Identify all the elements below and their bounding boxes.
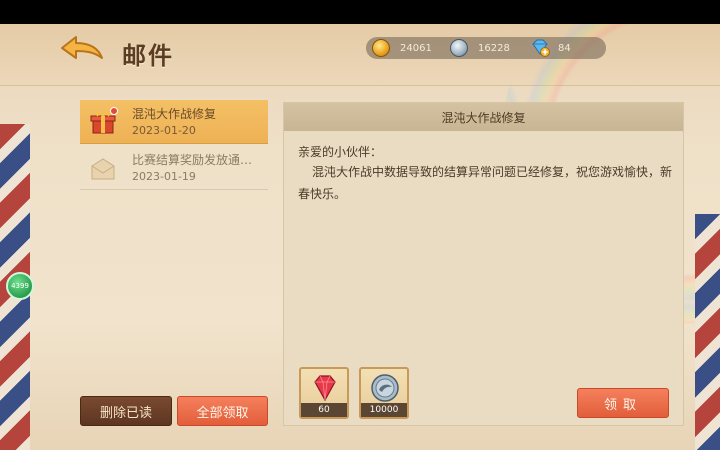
gold-coin-icon — [372, 39, 390, 57]
opened-envelope-icon — [90, 155, 116, 181]
silver-currency: 16228 — [450, 37, 510, 59]
mail-item[interactable]: 比赛结算奖励发放通… 2023-01-19 — [80, 146, 268, 190]
gem-amount: 84 — [558, 42, 571, 54]
ruby-icon — [309, 373, 341, 403]
reward-count: 10000 — [361, 403, 407, 417]
diamond-plus-icon[interactable] — [530, 39, 550, 57]
mail-title: 混沌大作战修复 — [132, 107, 217, 121]
mail-screen: 邮件 24061 16228 84 混沌大作战修复 2023-01-20 比赛结… — [0, 24, 720, 450]
silver-coin-icon — [369, 373, 401, 403]
reward-item[interactable]: 10000 — [359, 367, 409, 419]
delete-read-button[interactable]: 删除已读 — [80, 396, 172, 426]
back-arrow-icon[interactable] — [58, 34, 106, 66]
page-title: 邮件 — [122, 42, 174, 70]
collect-all-button[interactable]: 全部领取 — [177, 396, 268, 426]
mail-detail-title: 混沌大作战修复 — [284, 103, 683, 131]
airmail-stripes-right — [695, 214, 720, 450]
collect-button[interactable]: 领取 — [577, 388, 669, 418]
mail-greeting: 亲爱的小伙伴： — [298, 145, 383, 159]
mail-detail-panel: 混沌大作战修复 亲爱的小伙伴： 混沌大作战中数据导致的结算异常问题已经修复，祝您… — [283, 102, 684, 426]
gold-currency: 24061 — [372, 37, 432, 59]
mail-body: 混沌大作战中数据导致的结算异常问题已经修复，祝您游戏愉快，新春快乐。 — [298, 165, 673, 201]
reward-count: 60 — [301, 403, 347, 417]
mail-item-selected[interactable]: 混沌大作战修复 2023-01-20 — [80, 100, 268, 144]
mail-date: 2023-01-20 — [132, 124, 196, 137]
gold-amount: 24061 — [400, 42, 432, 54]
silver-coin-icon — [450, 39, 468, 57]
currency-bar: 24061 16228 84 — [366, 37, 606, 59]
mail-title: 比赛结算奖励发放通… — [132, 153, 253, 167]
gem-currency[interactable]: 84 — [530, 37, 571, 59]
reward-item[interactable]: 60 — [299, 367, 349, 419]
mail-date: 2023-01-19 — [132, 170, 196, 183]
silver-amount: 16228 — [478, 42, 510, 54]
mail-list: 混沌大作战修复 2023-01-20 比赛结算奖励发放通… 2023-01-19 — [80, 100, 268, 192]
unread-badge — [110, 107, 118, 115]
floating-4399-badge[interactable]: 4399 — [6, 272, 34, 300]
